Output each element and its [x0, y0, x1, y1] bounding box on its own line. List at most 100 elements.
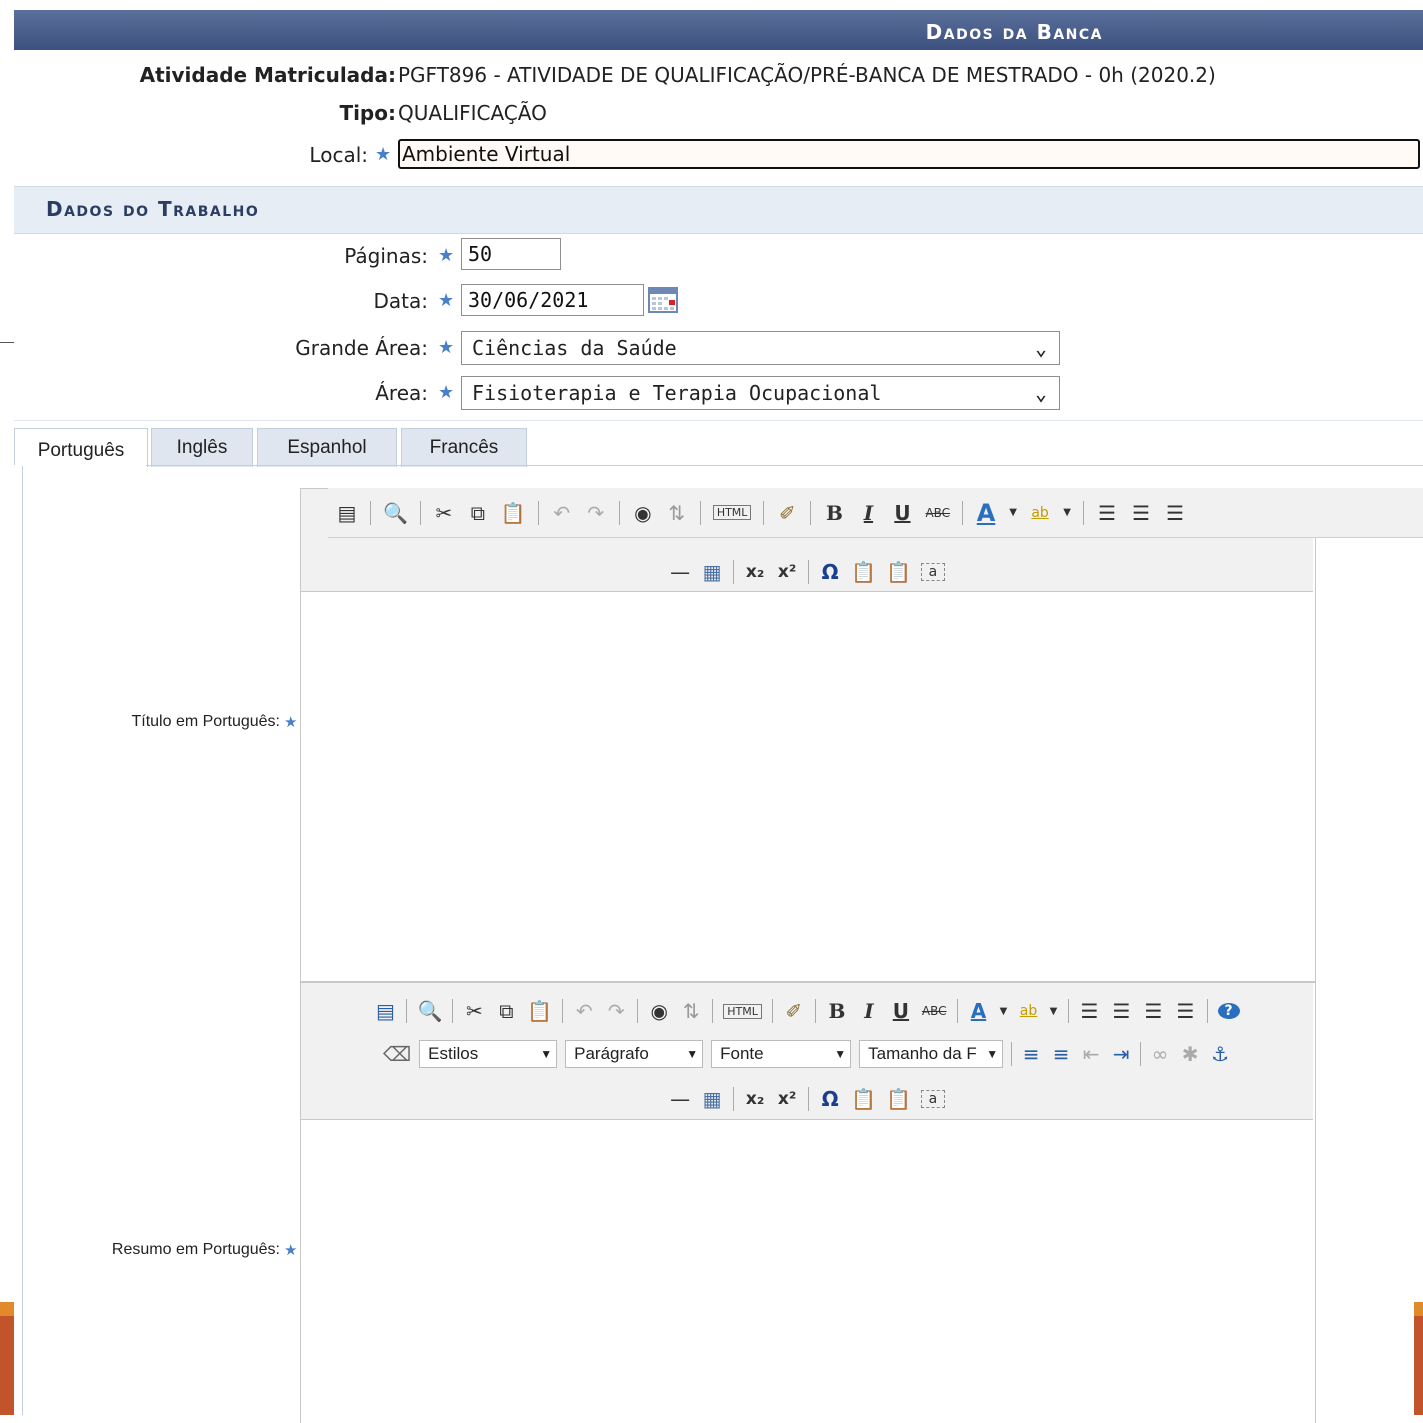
- replace-icon[interactable]: ⇅: [680, 999, 702, 1023]
- chevron-down-icon[interactable]: ▼: [1050, 1006, 1058, 1017]
- subscript-icon[interactable]: x₂: [744, 1089, 766, 1109]
- source-icon[interactable]: ▤: [374, 999, 396, 1023]
- align-right-icon[interactable]: ☰: [1164, 501, 1186, 525]
- superscript-icon[interactable]: x²: [776, 1089, 798, 1109]
- undo-icon[interactable]: ↶: [573, 999, 595, 1023]
- anchor-icon[interactable]: ⚓: [1209, 1042, 1231, 1066]
- eraser-icon[interactable]: ⌫: [383, 1042, 411, 1066]
- strikethrough-icon[interactable]: ABC: [925, 506, 950, 520]
- link-icon[interactable]: ∞: [1149, 1042, 1171, 1066]
- superscript-icon[interactable]: x²: [776, 562, 798, 582]
- underline-icon[interactable]: U: [891, 501, 913, 525]
- paste-text-icon[interactable]: 📋: [851, 1087, 876, 1111]
- paste-word-icon[interactable]: 📋: [886, 1087, 911, 1111]
- data-input[interactable]: [461, 284, 644, 316]
- tab-ingles[interactable]: Inglês: [151, 428, 253, 467]
- atividade-label: Atividade Matriculada:: [0, 60, 396, 90]
- find-icon[interactable]: ◉: [632, 501, 654, 525]
- tab-frances[interactable]: Francês: [401, 428, 527, 467]
- paste-word-icon[interactable]: 📋: [886, 560, 911, 584]
- bold-icon[interactable]: B: [826, 999, 848, 1023]
- italic-icon[interactable]: I: [858, 999, 880, 1023]
- align-right-icon[interactable]: ☰: [1143, 999, 1165, 1023]
- special-char-icon[interactable]: Ω: [819, 1087, 841, 1111]
- chevron-down-icon[interactable]: ▼: [1063, 507, 1071, 518]
- copy-icon[interactable]: ⧉: [467, 501, 489, 525]
- tab-underline: [14, 465, 1423, 466]
- outdent-icon[interactable]: ⇤: [1080, 1042, 1102, 1066]
- align-center-icon[interactable]: ☰: [1111, 999, 1133, 1023]
- highlight-color-icon[interactable]: ab: [1029, 505, 1051, 521]
- redo-icon[interactable]: ↷: [585, 501, 607, 525]
- chevron-down-icon: ⌄: [1034, 381, 1047, 405]
- underline-icon[interactable]: U: [890, 999, 912, 1023]
- chevron-down-icon[interactable]: ▼: [1009, 507, 1017, 518]
- cut-icon[interactable]: ✂: [463, 999, 485, 1023]
- horizontal-rule-icon[interactable]: —: [669, 560, 691, 584]
- copy-icon[interactable]: ⧉: [495, 999, 517, 1023]
- bold-icon[interactable]: B: [823, 501, 845, 525]
- paginas-label: Páginas:: [344, 244, 428, 268]
- align-left-icon[interactable]: ☰: [1079, 999, 1101, 1023]
- find-icon[interactable]: ◉: [648, 999, 670, 1023]
- tab-portugues[interactable]: Português: [14, 428, 148, 467]
- replace-icon[interactable]: ⇅: [666, 501, 688, 525]
- paste-icon[interactable]: 📋: [501, 501, 526, 525]
- cleanup-icon[interactable]: ✐: [783, 999, 805, 1023]
- cleanup-icon[interactable]: ✐: [776, 501, 798, 525]
- italic-icon[interactable]: I: [857, 501, 879, 525]
- cut-icon[interactable]: ✂: [433, 501, 455, 525]
- separator: [771, 999, 773, 1023]
- align-center-icon[interactable]: ☰: [1130, 501, 1152, 525]
- calendar-icon[interactable]: [648, 287, 678, 313]
- font-size-dropdown[interactable]: Tamanho da F ▼: [859, 1040, 1004, 1068]
- horizontal-rule-icon[interactable]: —: [669, 1087, 691, 1111]
- separator: [1206, 999, 1208, 1023]
- paste-icon[interactable]: 📋: [527, 999, 552, 1023]
- help-icon[interactable]: ?: [1217, 1003, 1240, 1019]
- preview-icon[interactable]: 🔍: [383, 501, 408, 525]
- local-input[interactable]: [398, 139, 1420, 169]
- select-all-icon[interactable]: a: [920, 1090, 945, 1108]
- tipo-label: Tipo:: [0, 98, 396, 128]
- html-icon[interactable]: HTML: [723, 1003, 762, 1019]
- chevron-down-icon[interactable]: ▼: [1000, 1006, 1008, 1017]
- text-color-icon[interactable]: A: [975, 499, 997, 527]
- paste-text-icon[interactable]: 📋: [851, 560, 876, 584]
- bullet-list-icon[interactable]: ≡: [1020, 1042, 1042, 1066]
- titulo-editor-area[interactable]: [301, 592, 1313, 979]
- source-icon[interactable]: ▤: [336, 501, 358, 525]
- redo-icon[interactable]: ↷: [605, 999, 627, 1023]
- highlight-color-icon[interactable]: ab: [1018, 1003, 1040, 1019]
- table-icon[interactable]: ▦: [701, 560, 723, 584]
- text-color-icon[interactable]: A: [968, 999, 990, 1023]
- area-select[interactable]: Fisioterapia e Terapia Ocupacional ⌄: [461, 376, 1060, 410]
- table-icon[interactable]: ▦: [701, 1087, 723, 1111]
- font-dropdown[interactable]: Fonte ▼: [711, 1040, 852, 1068]
- styles-dropdown[interactable]: Estilos ▼: [419, 1040, 558, 1068]
- paragraph-dropdown[interactable]: Parágrafo ▼: [565, 1040, 704, 1068]
- unlink-icon[interactable]: ✱: [1179, 1042, 1201, 1066]
- separator: [452, 999, 454, 1023]
- resumo-editor-area[interactable]: [301, 1120, 1313, 1415]
- grande-area-select[interactable]: Ciências da Saúde ⌄: [461, 331, 1060, 365]
- separator: [810, 500, 812, 525]
- tab-espanhol[interactable]: Espanhol: [257, 428, 397, 467]
- select-all-icon[interactable]: a: [920, 563, 945, 581]
- tipo-value: QUALIFICAÇÃO: [398, 101, 547, 125]
- slide-edge-right-top: [1414, 1302, 1423, 1316]
- strikethrough-icon[interactable]: ABC: [922, 1004, 947, 1018]
- indent-icon[interactable]: ⇥: [1110, 1042, 1132, 1066]
- paginas-input[interactable]: [461, 238, 561, 270]
- special-char-icon[interactable]: Ω: [819, 560, 841, 584]
- html-icon[interactable]: HTML: [712, 505, 752, 520]
- align-left-icon[interactable]: ☰: [1096, 501, 1118, 525]
- separator: [733, 1087, 735, 1111]
- separator: [618, 500, 620, 525]
- subscript-icon[interactable]: x₂: [744, 562, 766, 582]
- separator: [1083, 500, 1085, 525]
- undo-icon[interactable]: ↶: [551, 501, 573, 525]
- numbered-list-icon[interactable]: ≡: [1050, 1042, 1072, 1066]
- align-justify-icon[interactable]: ☰: [1175, 999, 1197, 1023]
- preview-icon[interactable]: 🔍: [417, 999, 442, 1023]
